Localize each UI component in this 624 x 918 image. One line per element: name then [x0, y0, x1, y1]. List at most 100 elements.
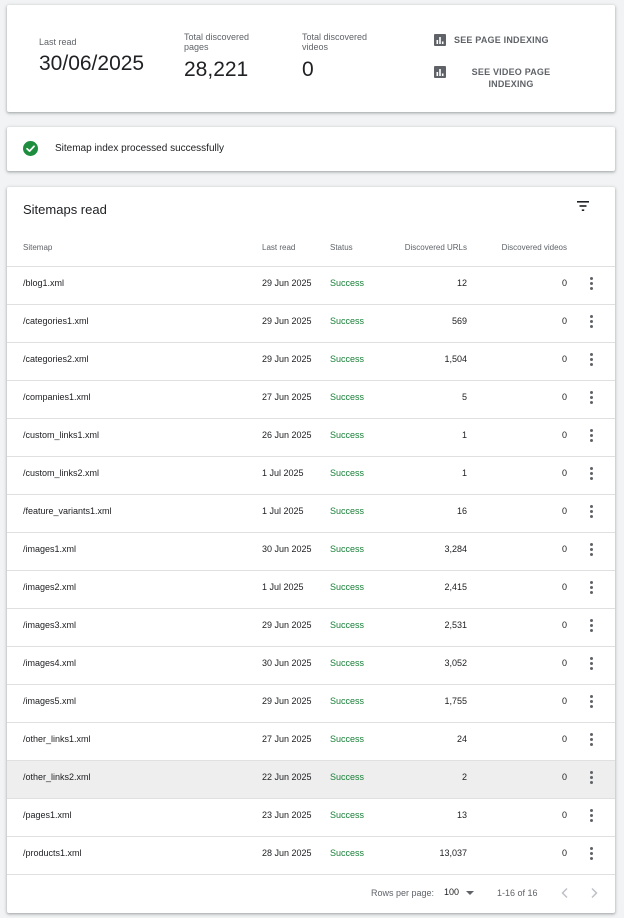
see-page-indexing-label: SEE PAGE INDEXING [454, 35, 549, 45]
more-vert-icon[interactable] [585, 276, 597, 290]
more-vert-icon[interactable] [585, 314, 597, 328]
sitemaps-table-card: Sitemaps read Sitemap Last read Status D… [7, 187, 615, 913]
check-circle-icon [23, 141, 38, 156]
cell-status: Success [330, 392, 365, 402]
more-vert-icon[interactable] [585, 808, 597, 822]
table-row[interactable]: /other_links1.xml 27 Jun 2025 Success 24 0 [7, 723, 615, 761]
column-header-last-read[interactable]: Last read [262, 243, 295, 252]
more-vert-icon[interactable] [585, 504, 597, 518]
videos-label: Total discovered videos [302, 32, 368, 52]
table-row[interactable]: /custom_links2.xml 1 Jul 2025 Success 1 0 [7, 457, 615, 495]
table-row[interactable]: /other_links2.xml 22 Jun 2025 Success 2 0 [7, 761, 615, 799]
column-header-discovered-urls[interactable]: Discovered URLs [405, 243, 467, 252]
rows-per-page-label: Rows per page: [371, 888, 435, 898]
rows-per-page-select[interactable]: 100 [444, 887, 475, 897]
cell-last-read: 30 Jun 2025 [262, 658, 312, 668]
more-vert-icon[interactable] [585, 770, 597, 784]
table-row[interactable]: /images5.xml 29 Jun 2025 Success 1,755 0 [7, 685, 615, 723]
cell-last-read: 29 Jun 2025 [262, 696, 312, 706]
column-header-discovered-videos[interactable]: Discovered videos [502, 243, 567, 252]
column-header-status[interactable]: Status [330, 243, 353, 252]
table-row[interactable]: /images4.xml 30 Jun 2025 Success 3,052 0 [7, 647, 615, 685]
table-row[interactable]: /feature_variants1.xml 1 Jul 2025 Success 1… [7, 495, 615, 533]
last-read-label: Last read [39, 37, 77, 47]
cell-discovered-urls: 3,284 [444, 544, 467, 554]
cell-discovered-urls: 2 [461, 772, 467, 782]
more-vert-icon[interactable] [585, 846, 597, 860]
table-row[interactable]: /custom_links1.xml 26 Jun 2025 Success 1 0 [7, 419, 615, 457]
table-row[interactable]: /pages1.xml 23 Jun 2025 Success 13 0 [7, 799, 615, 837]
more-vert-icon[interactable] [585, 694, 597, 708]
cell-last-read: 28 Jun 2025 [262, 848, 312, 858]
cell-sitemap: /companies1.xml [23, 392, 91, 402]
cell-discovered-urls: 5 [461, 392, 467, 402]
more-vert-icon[interactable] [585, 390, 597, 404]
rows-per-page-value: 100 [444, 887, 460, 897]
see-page-indexing-button[interactable]: SEE PAGE INDEXING [434, 33, 549, 46]
more-vert-icon[interactable] [585, 466, 597, 480]
table-row[interactable]: /images3.xml 29 Jun 2025 Success 2,531 0 [7, 609, 615, 647]
more-vert-icon[interactable] [585, 656, 597, 670]
cell-discovered-urls: 3,052 [444, 658, 467, 668]
cell-discovered-videos: 0 [561, 316, 567, 326]
pagination-range: 1-16 of 16 [497, 888, 538, 898]
chevron-right-icon[interactable] [589, 887, 599, 899]
more-vert-icon[interactable] [585, 352, 597, 366]
see-video-page-indexing-label: SEE VIDEO PAGE INDEXING [471, 67, 551, 89]
table-row[interactable]: /categories2.xml 29 Jun 2025 Success 1,504 0 [7, 343, 615, 381]
cell-status: Success [330, 772, 365, 782]
column-header-sitemap[interactable]: Sitemap [23, 243, 52, 252]
see-video-page-indexing-button[interactable]: SEE VIDEO PAGE INDEXING [434, 65, 556, 90]
cell-discovered-urls: 1 [461, 430, 467, 440]
cell-last-read: 29 Jun 2025 [262, 278, 312, 288]
cell-discovered-urls: 13,037 [439, 848, 467, 858]
table-row[interactable]: /images2.xml 1 Jul 2025 Success 2,415 0 [7, 571, 615, 609]
more-vert-icon[interactable] [585, 618, 597, 632]
filter-icon[interactable] [576, 200, 590, 212]
cell-status: Success [330, 620, 365, 630]
cell-discovered-videos: 0 [561, 506, 567, 516]
cell-discovered-videos: 0 [561, 430, 567, 440]
cell-status: Success [330, 582, 365, 592]
cell-last-read: 30 Jun 2025 [262, 544, 312, 554]
pages-value: 28,221 [184, 58, 249, 81]
more-vert-icon[interactable] [585, 428, 597, 442]
table-row[interactable]: /products1.xml 28 Jun 2025 Success 13,037 0 [7, 837, 615, 875]
cell-status: Success [330, 506, 365, 516]
cell-last-read: 23 Jun 2025 [262, 810, 312, 820]
cell-last-read: 27 Jun 2025 [262, 734, 312, 744]
cell-discovered-videos: 0 [561, 658, 567, 668]
cell-status: Success [330, 848, 365, 858]
cell-discovered-urls: 1,755 [444, 696, 467, 706]
table-row[interactable]: /companies1.xml 27 Jun 2025 Success 5 0 [7, 381, 615, 419]
cell-sitemap: /pages1.xml [23, 810, 72, 820]
cell-discovered-videos: 0 [561, 772, 567, 782]
status-card: Sitemap index processed successfully [7, 127, 615, 171]
chevron-left-icon[interactable] [560, 887, 570, 899]
cell-status: Success [330, 658, 365, 668]
cell-sitemap: /categories1.xml [23, 316, 89, 326]
more-vert-icon[interactable] [585, 580, 597, 594]
cell-status: Success [330, 734, 365, 744]
table-row[interactable]: /categories1.xml 29 Jun 2025 Success 569 0 [7, 305, 615, 343]
table-row[interactable]: /images1.xml 30 Jun 2025 Success 3,284 0 [7, 533, 615, 571]
cell-sitemap: /images4.xml [23, 658, 77, 668]
cell-discovered-urls: 13 [456, 810, 467, 820]
cell-sitemap: /categories2.xml [23, 354, 89, 364]
cell-discovered-videos: 0 [561, 620, 567, 630]
more-vert-icon[interactable] [585, 732, 597, 746]
table-body: /blog1.xml 29 Jun 2025 Success 1 2 0/categori… [7, 267, 615, 875]
cell-sitemap: /blog1.xml [23, 278, 65, 288]
cell-last-read: 1 Jul 2025 [262, 468, 304, 478]
cell-discovered-videos: 0 [561, 354, 567, 364]
cell-status: Success [330, 810, 365, 820]
cell-sitemap: /images2.xml [23, 582, 77, 592]
cell-sitemap: /custom_links2.xml [23, 468, 100, 478]
pages-label: Total discovered pages [184, 32, 250, 52]
table-row[interactable]: /blog1.xml 29 Jun 2025 Success 12 0 [7, 267, 615, 305]
cell-sitemap: /images3.xml [23, 620, 77, 630]
cell-status: Success [330, 544, 365, 554]
cell-discovered-urls: 24 [456, 734, 467, 744]
cell-status: Success [330, 354, 365, 364]
more-vert-icon[interactable] [585, 542, 597, 556]
